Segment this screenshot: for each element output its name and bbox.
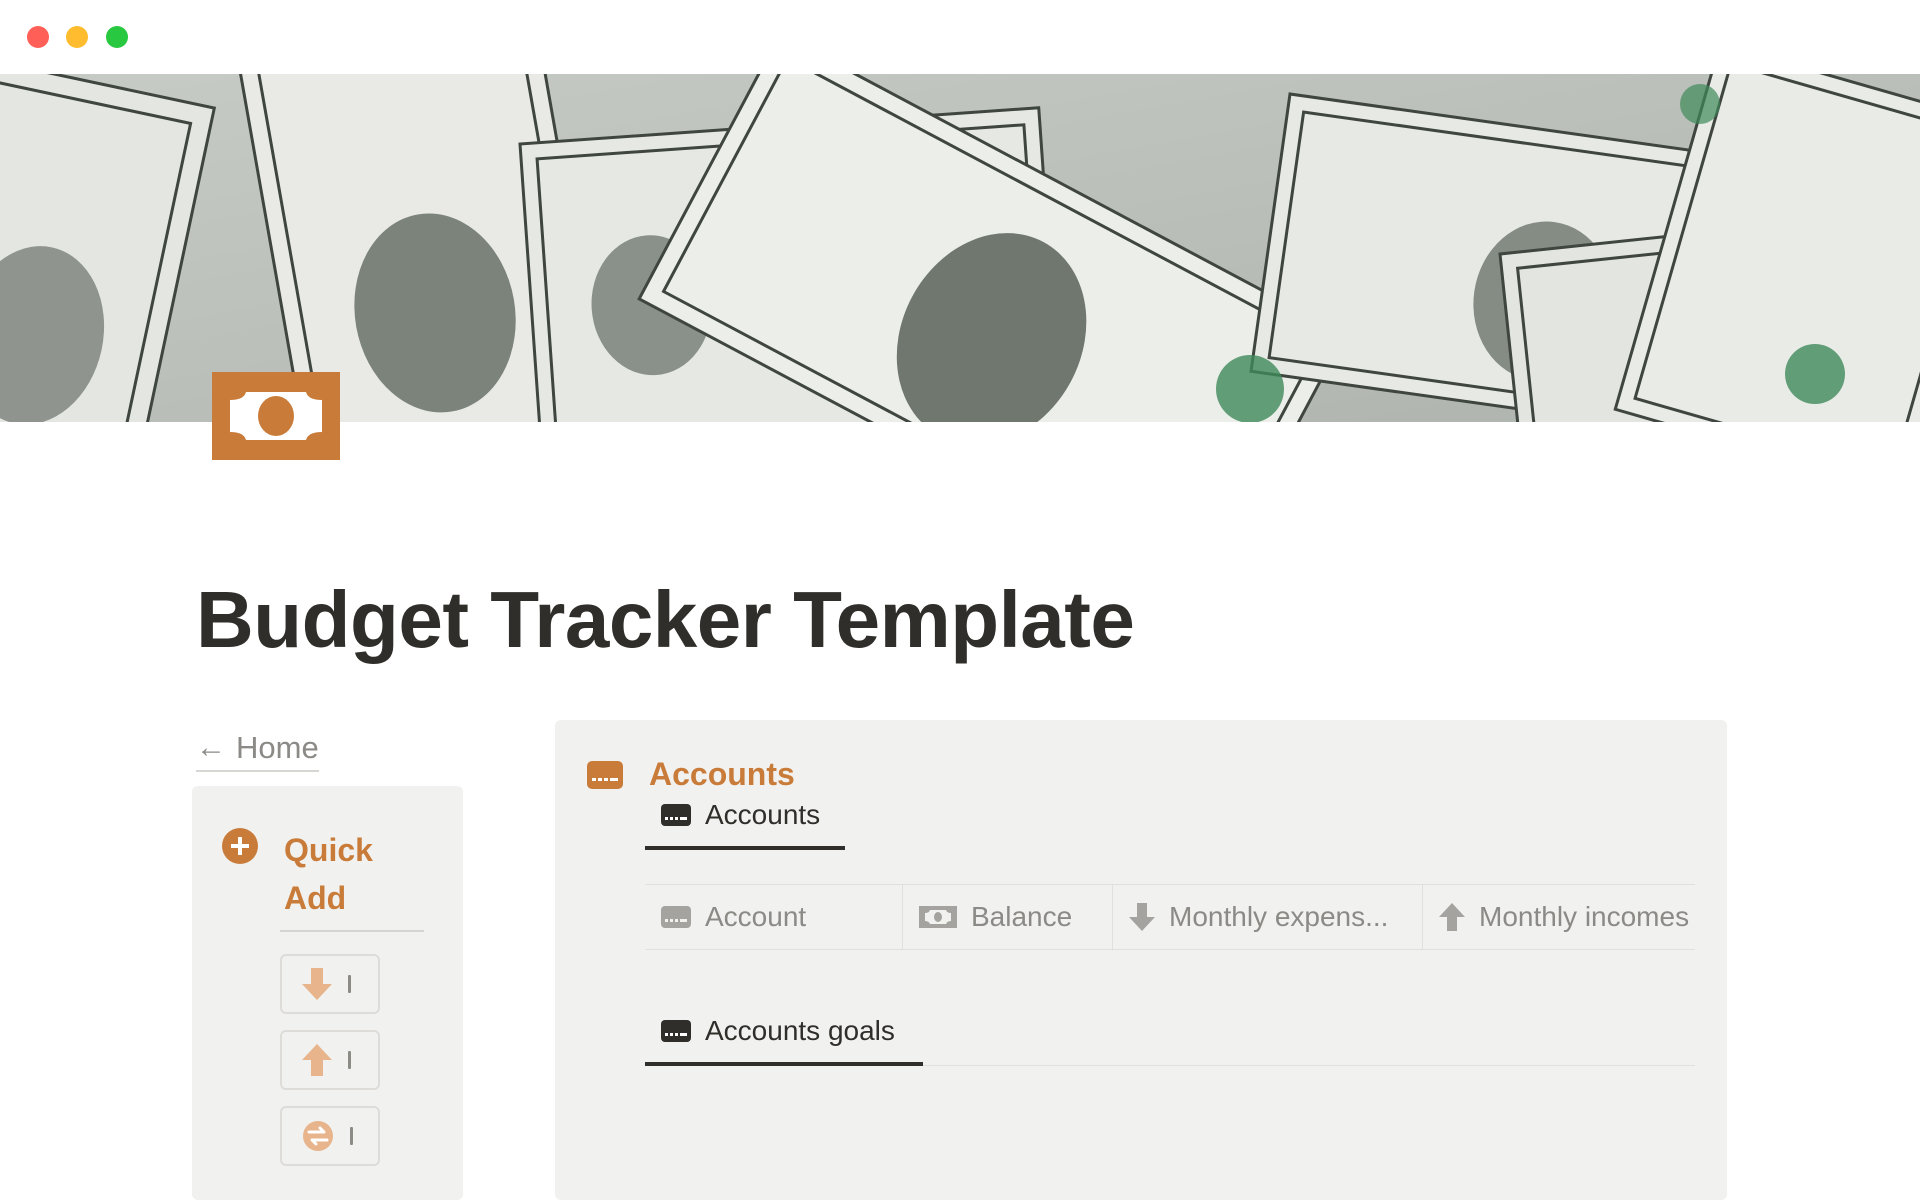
quick-add-header: Quick Add xyxy=(222,826,404,922)
cover-image xyxy=(0,74,1920,422)
close-window-button[interactable] xyxy=(27,26,49,48)
column-header-label: Account xyxy=(705,900,807,932)
credit-card-icon xyxy=(587,760,623,789)
minimize-window-button[interactable] xyxy=(66,26,88,48)
table-header-border xyxy=(645,949,1695,950)
plus-circle-icon xyxy=(222,828,258,864)
button-text-cursor xyxy=(348,1051,351,1069)
tab-bar-border xyxy=(923,1065,1695,1066)
column-header-label: Balance xyxy=(971,900,1073,932)
arrow-up-icon xyxy=(1439,902,1465,931)
arrow-down-icon xyxy=(302,968,332,1000)
quick-add-expense-button[interactable] xyxy=(280,954,380,1014)
transfer-icon xyxy=(303,1121,333,1151)
column-header-balance[interactable]: Balance xyxy=(903,884,1113,949)
button-text-cursor xyxy=(350,1127,353,1145)
column-header-monthly-incomes[interactable]: Monthly incomes xyxy=(1423,884,1695,949)
quick-add-title[interactable]: Quick Add xyxy=(284,826,404,922)
button-text-cursor xyxy=(348,975,351,993)
credit-card-icon xyxy=(661,905,691,928)
tab-accounts[interactable]: Accounts xyxy=(645,784,845,850)
quick-add-income-button[interactable] xyxy=(280,1030,380,1090)
window-titlebar xyxy=(0,0,1920,74)
home-link[interactable]: ← Home xyxy=(196,728,319,772)
column-header-label: Monthly expens... xyxy=(1169,900,1389,932)
home-link-label: Home xyxy=(236,730,319,765)
tab-accounts-goals[interactable]: Accounts goals xyxy=(645,1000,923,1066)
credit-card-icon xyxy=(661,804,691,826)
maximize-window-button[interactable] xyxy=(106,26,128,48)
column-header-label: Monthly incomes xyxy=(1479,900,1690,932)
quick-add-panel: Quick Add xyxy=(192,786,463,1200)
credit-card-icon xyxy=(661,1020,691,1042)
arrow-up-icon xyxy=(302,1044,332,1076)
banknote-icon xyxy=(919,905,957,928)
divider xyxy=(280,930,424,932)
money-banknote-icon[interactable] xyxy=(212,372,340,460)
column-header-account[interactable]: Account xyxy=(645,884,903,949)
tab-accounts-label: Accounts xyxy=(705,799,821,830)
accounts-panel: Accounts Accounts Account Balance Monthl… xyxy=(555,720,1727,1200)
tab-accounts-goals-label: Accounts goals xyxy=(705,1015,895,1046)
page-title: Budget Tracker Template xyxy=(196,575,1135,664)
column-header-monthly-expenses[interactable]: Monthly expens... xyxy=(1113,884,1423,949)
arrow-down-icon xyxy=(1129,902,1155,931)
quick-add-transfer-button[interactable] xyxy=(280,1106,380,1166)
arrow-left-icon: ← xyxy=(196,731,226,764)
